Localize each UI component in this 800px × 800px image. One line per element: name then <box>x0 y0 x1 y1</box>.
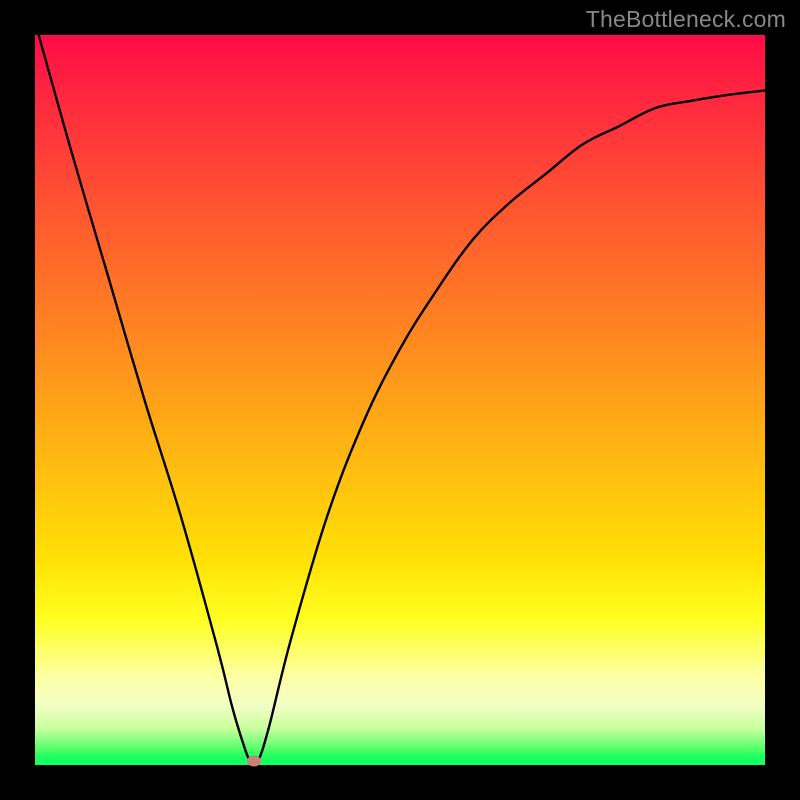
watermark-text: TheBottleneck.com <box>586 6 786 33</box>
bottleneck-curve <box>35 35 765 765</box>
chart-frame: TheBottleneck.com <box>0 0 800 800</box>
optimal-point-marker <box>247 756 261 767</box>
plot-area <box>35 35 765 765</box>
